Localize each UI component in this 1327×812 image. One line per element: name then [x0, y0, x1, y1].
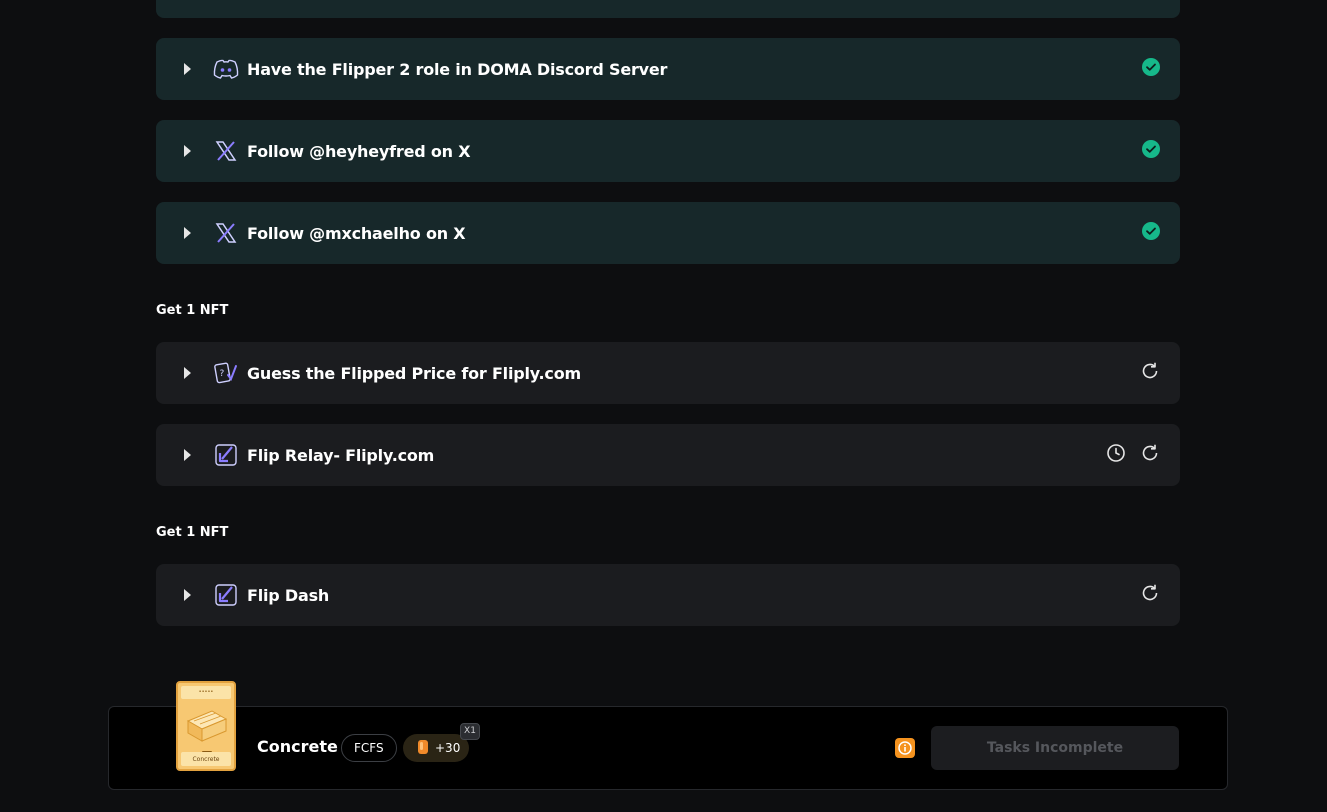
refresh-icon[interactable]	[1140, 583, 1160, 607]
x-icon	[213, 220, 239, 246]
expand-caret-icon[interactable]	[184, 63, 191, 75]
multiplier-badge: X1	[460, 723, 480, 740]
previous-task-row-partial	[156, 0, 1180, 18]
concrete-block-icon	[186, 710, 228, 742]
points-gem-icon	[417, 739, 429, 758]
section-title: Get 1 NFT	[156, 525, 229, 540]
expand-caret-icon[interactable]	[184, 589, 191, 601]
card-header: •••••	[181, 686, 231, 699]
expand-caret-icon[interactable]	[184, 449, 191, 461]
points-pill: +30	[403, 734, 469, 762]
expand-caret-icon[interactable]	[184, 145, 191, 157]
expand-caret-icon[interactable]	[184, 367, 191, 379]
task-follow-mxchaelho[interactable]: Follow @mxchaelho on X	[156, 202, 1180, 264]
guess-card-icon: ?	[213, 360, 239, 386]
refresh-icon[interactable]	[1140, 361, 1160, 385]
task-flip-dash[interactable]: Flip Dash	[156, 564, 1180, 626]
distribution-type-pill: FCFS	[341, 734, 397, 762]
reward-name: Concrete	[257, 737, 338, 756]
task-discord-role[interactable]: Have the Flipper 2 role in DOMA Discord …	[156, 38, 1180, 100]
card-footer: Concrete	[181, 752, 231, 766]
task-label: Guess the Flipped Price for Fliply.com	[247, 363, 581, 383]
points-value: +30	[435, 741, 461, 755]
nft-reward-card: ••••• Concrete	[176, 681, 236, 771]
check-circle-icon	[1142, 58, 1160, 80]
flip-arrow-icon	[213, 442, 239, 468]
x-icon	[213, 138, 239, 164]
task-follow-heyheyfred[interactable]: Follow @heyheyfred on X	[156, 120, 1180, 182]
task-label: Have the Flipper 2 role in DOMA Discord …	[247, 59, 668, 79]
task-label: Follow @mxchaelho on X	[247, 223, 466, 243]
task-label: Follow @heyheyfred on X	[247, 141, 471, 161]
clock-icon	[1106, 443, 1126, 467]
check-circle-icon	[1142, 140, 1160, 162]
discord-icon	[213, 56, 239, 82]
svg-text:?: ?	[220, 369, 225, 379]
info-icon[interactable]	[895, 738, 915, 758]
flip-arrow-icon	[213, 582, 239, 608]
tasks-incomplete-button[interactable]: Tasks Incomplete	[931, 726, 1179, 770]
check-circle-icon	[1142, 222, 1160, 244]
task-label: Flip Dash	[247, 585, 330, 605]
expand-caret-icon[interactable]	[184, 227, 191, 239]
section-title: Get 1 NFT	[156, 303, 229, 318]
task-guess-flipped-price[interactable]: ? Guess the Flipped Price for Fliply.com	[156, 342, 1180, 404]
task-label: Flip Relay- Fliply.com	[247, 445, 435, 465]
task-flip-relay[interactable]: Flip Relay- Fliply.com	[156, 424, 1180, 486]
refresh-icon[interactable]	[1140, 443, 1160, 467]
